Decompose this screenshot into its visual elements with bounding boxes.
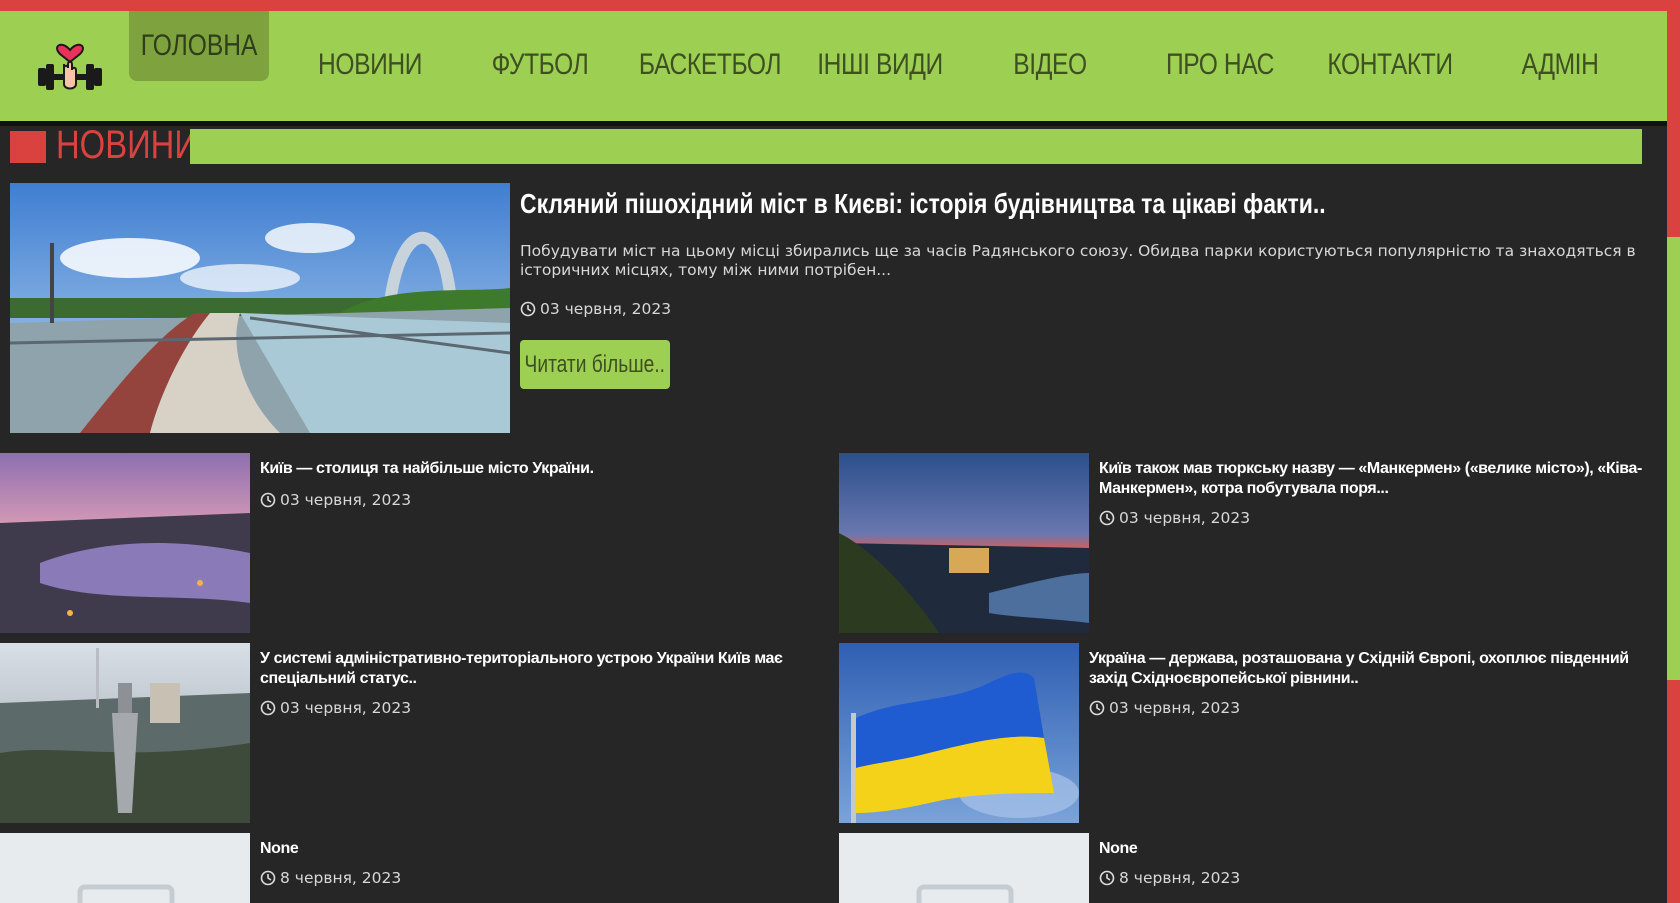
dumbbell-heart-icon[interactable] bbox=[34, 24, 106, 96]
featured-image[interactable] bbox=[10, 183, 510, 433]
card-image-4[interactable] bbox=[839, 643, 1079, 823]
read-more-label: Читати більше.. bbox=[524, 350, 666, 378]
nav-item-home[interactable]: ГОЛОВНА bbox=[129, 11, 269, 81]
featured-date-text: 03 червня, 2023 bbox=[540, 300, 672, 318]
card-title-2[interactable]: Київ також мав тюркську назву — «Манкерм… bbox=[1099, 459, 1659, 498]
nav-item-about[interactable]: ПРО НАС bbox=[1154, 40, 1285, 90]
card-date-1: 03 червня, 2023 bbox=[260, 491, 411, 509]
clock-icon bbox=[1099, 870, 1115, 886]
card-date-6: 8 червня, 2023 bbox=[1099, 869, 1240, 887]
nav-item-admin[interactable]: АДМІН bbox=[1503, 40, 1618, 90]
card-image-1[interactable] bbox=[0, 453, 250, 633]
clock-icon bbox=[1089, 700, 1105, 716]
clock-icon bbox=[1099, 510, 1115, 526]
card-title-3[interactable]: У системі адміністративно-територіальног… bbox=[260, 649, 820, 688]
card-date-4: 03 червня, 2023 bbox=[1089, 699, 1240, 717]
card-title-1[interactable]: Київ — столиця та найбільше місто Україн… bbox=[260, 459, 820, 479]
nav-item-contacts[interactable]: КОНТАКТИ bbox=[1324, 40, 1455, 90]
clock-icon bbox=[260, 492, 276, 508]
card-image-placeholder-5[interactable] bbox=[0, 833, 250, 903]
nav-item-basketball[interactable]: БАСКЕТБОЛ bbox=[636, 40, 784, 90]
card-title-5[interactable]: None bbox=[260, 839, 820, 859]
nav-item-home-label: ГОЛОВНА bbox=[140, 29, 258, 62]
section-title: НОВИНИ bbox=[56, 123, 198, 167]
featured-title[interactable]: Скляний пішохідний міст в Києві: історія… bbox=[520, 188, 1438, 220]
card-title-4[interactable]: Україна — держава, розташована у Східній… bbox=[1089, 649, 1649, 688]
nav-item-news[interactable]: НОВИНИ bbox=[313, 40, 428, 90]
nav-item-video[interactable]: ВІДЕО bbox=[993, 40, 1108, 90]
card-title-6[interactable]: None bbox=[1099, 839, 1659, 859]
read-more-button[interactable]: Читати більше.. bbox=[520, 340, 670, 389]
clock-icon bbox=[260, 700, 276, 716]
nav-item-other-sports[interactable]: ІНШІ ВИДИ bbox=[810, 40, 949, 90]
card-date-text-4: 03 червня, 2023 bbox=[1109, 699, 1241, 717]
featured-description: Побудувати міст на цьому місці збирались… bbox=[520, 242, 1636, 279]
top-accent-line bbox=[0, 0, 1680, 11]
card-date-3: 03 червня, 2023 bbox=[260, 699, 411, 717]
featured-date: 03 червня, 2023 bbox=[520, 300, 671, 318]
clock-icon bbox=[520, 301, 536, 317]
card-image-placeholder-6[interactable] bbox=[839, 833, 1089, 903]
clock-icon bbox=[260, 870, 276, 886]
card-date-text-6: 8 червня, 2023 bbox=[1119, 869, 1241, 887]
scroll-thumb[interactable] bbox=[1667, 237, 1680, 680]
section-bar bbox=[190, 129, 1642, 164]
card-date-text-5: 8 червня, 2023 bbox=[280, 869, 402, 887]
card-date-text-3: 03 червня, 2023 bbox=[280, 699, 412, 717]
section-marker bbox=[10, 131, 46, 163]
section-header: НОВИНИ bbox=[10, 123, 1642, 167]
card-date-2: 03 червня, 2023 bbox=[1099, 509, 1250, 527]
card-date-5: 8 червня, 2023 bbox=[260, 869, 401, 887]
card-date-text-1: 03 червня, 2023 bbox=[280, 491, 412, 509]
nav-item-football[interactable]: ФУТБОЛ bbox=[483, 40, 598, 90]
card-date-text-2: 03 червня, 2023 bbox=[1119, 509, 1251, 527]
card-image-2[interactable] bbox=[839, 453, 1089, 633]
card-image-3[interactable] bbox=[0, 643, 250, 823]
